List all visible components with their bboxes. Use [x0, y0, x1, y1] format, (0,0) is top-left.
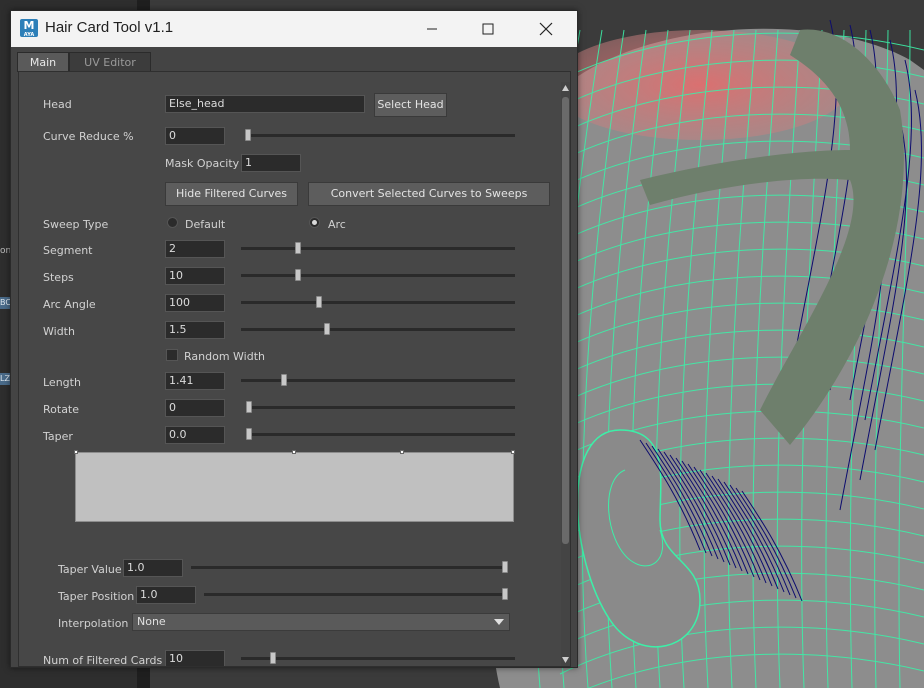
- slider-handle[interactable]: [316, 296, 323, 308]
- slider-handle[interactable]: [281, 374, 288, 386]
- num-filtered-cards-slider-track[interactable]: [241, 657, 515, 660]
- interpolation-dropdown[interactable]: None: [132, 613, 510, 631]
- taper-curve-point[interactable]: [511, 450, 515, 454]
- width-slider-track[interactable]: [241, 328, 515, 331]
- length-label: Length: [43, 376, 81, 389]
- taper-position-label: Taper Position: [58, 590, 135, 603]
- curve-reduce-field[interactable]: 0: [165, 127, 225, 145]
- curve-reduce-slider-track[interactable]: [245, 134, 515, 137]
- slider-handle[interactable]: [245, 129, 251, 141]
- sweep-type-label: Sweep Type: [43, 218, 109, 231]
- taper-field[interactable]: 0.0: [165, 426, 225, 444]
- sweep-type-arc-label: Arc: [328, 218, 346, 231]
- title-bar[interactable]: M AYA Hair Card Tool v1.1: [11, 11, 577, 47]
- head-field[interactable]: Else_head: [165, 95, 365, 113]
- slider-handle[interactable]: [246, 428, 252, 440]
- width-field[interactable]: 1.5: [165, 321, 225, 339]
- taper-label: Taper: [43, 430, 73, 443]
- rotate-field[interactable]: 0: [165, 399, 225, 417]
- rotate-slider-track[interactable]: [246, 406, 515, 409]
- slider-handle[interactable]: [324, 323, 331, 335]
- segment-slider-track[interactable]: [241, 247, 515, 250]
- slider-handle[interactable]: [294, 269, 301, 281]
- slider-handle[interactable]: [270, 652, 277, 664]
- scroll-down-arrow-icon[interactable]: [561, 656, 570, 664]
- maximize-button[interactable]: [465, 11, 511, 47]
- maya-app-icon: M AYA: [20, 19, 38, 38]
- taper-slider-track[interactable]: [246, 433, 515, 436]
- window-title: Hair Card Tool v1.1: [45, 19, 174, 36]
- interpolation-label: Interpolation: [58, 617, 129, 630]
- taper-position-field[interactable]: 1.0: [136, 586, 196, 604]
- rotate-label: Rotate: [43, 403, 80, 416]
- arc-angle-slider-track[interactable]: [241, 301, 515, 304]
- minimize-button[interactable]: [409, 11, 455, 47]
- tab-uv-editor[interactable]: UV Editor: [69, 52, 151, 72]
- taper-value-slider-track[interactable]: [191, 566, 508, 569]
- mask-opacity-label: Mask Opacity: [165, 157, 240, 170]
- segment-label: Segment: [43, 244, 93, 257]
- taper-value-label: Taper Value: [58, 563, 122, 576]
- arc-angle-field[interactable]: 100: [165, 294, 225, 312]
- segment-field[interactable]: 2: [165, 240, 225, 258]
- minimize-icon: [427, 28, 437, 30]
- length-field[interactable]: 1.41: [165, 372, 225, 390]
- slider-handle[interactable]: [502, 588, 508, 600]
- taper-curve-point[interactable]: [292, 450, 296, 454]
- select-head-button[interactable]: Select Head: [374, 93, 447, 117]
- left-fragment-chip: LZ: [0, 373, 10, 385]
- taper-curve-point[interactable]: [74, 450, 78, 454]
- sweep-type-arc-radio[interactable]: [309, 217, 320, 228]
- sweep-type-default-label: Default: [185, 218, 226, 231]
- left-fragment-chip: BC: [0, 297, 11, 309]
- tab-bar: Main UV Editor: [11, 48, 577, 72]
- hide-filtered-curves-button[interactable]: Hide Filtered Curves: [165, 182, 298, 206]
- steps-label: Steps: [43, 271, 74, 284]
- convert-to-sweeps-button[interactable]: Convert Selected Curves to Sweeps: [308, 182, 550, 206]
- mask-opacity-field[interactable]: 1: [241, 154, 301, 172]
- slider-handle[interactable]: [502, 561, 508, 573]
- sweep-type-default-radio[interactable]: [167, 217, 178, 228]
- width-label: Width: [43, 325, 75, 338]
- taper-value-field[interactable]: 1.0: [123, 559, 183, 577]
- steps-field[interactable]: 10: [165, 267, 225, 285]
- steps-slider-track[interactable]: [241, 274, 515, 277]
- scrollbar-thumb[interactable]: [562, 97, 569, 544]
- slider-handle[interactable]: [246, 401, 252, 413]
- slider-handle[interactable]: [294, 242, 301, 254]
- curve-reduce-label: Curve Reduce %: [43, 130, 134, 143]
- random-width-checkbox[interactable]: [166, 349, 178, 361]
- head-label: Head: [43, 98, 72, 111]
- close-button[interactable]: [523, 11, 569, 47]
- taper-curve-graph[interactable]: [74, 450, 515, 522]
- arc-angle-label: Arc Angle: [43, 298, 96, 311]
- chevron-down-icon: [489, 614, 509, 630]
- vertical-scrollbar[interactable]: [561, 82, 570, 666]
- tab-main[interactable]: Main: [17, 52, 69, 72]
- scroll-up-arrow-icon[interactable]: [561, 84, 570, 92]
- main-tab-panel: Head Else_head Select Head Curve Reduce …: [18, 71, 571, 667]
- taper-curve-point[interactable]: [400, 450, 404, 454]
- num-filtered-cards-label: Num of Filtered Cards: [43, 654, 163, 667]
- maximize-icon: [482, 23, 494, 35]
- num-filtered-cards-field[interactable]: 10: [165, 650, 225, 666]
- hair-card-tool-window: M AYA Hair Card Tool v1.1 Main UV Editor …: [10, 10, 578, 668]
- close-icon: [539, 22, 553, 36]
- random-width-label: Random Width: [184, 350, 265, 363]
- taper-position-slider-track[interactable]: [204, 593, 508, 596]
- interpolation-value: None: [137, 615, 166, 628]
